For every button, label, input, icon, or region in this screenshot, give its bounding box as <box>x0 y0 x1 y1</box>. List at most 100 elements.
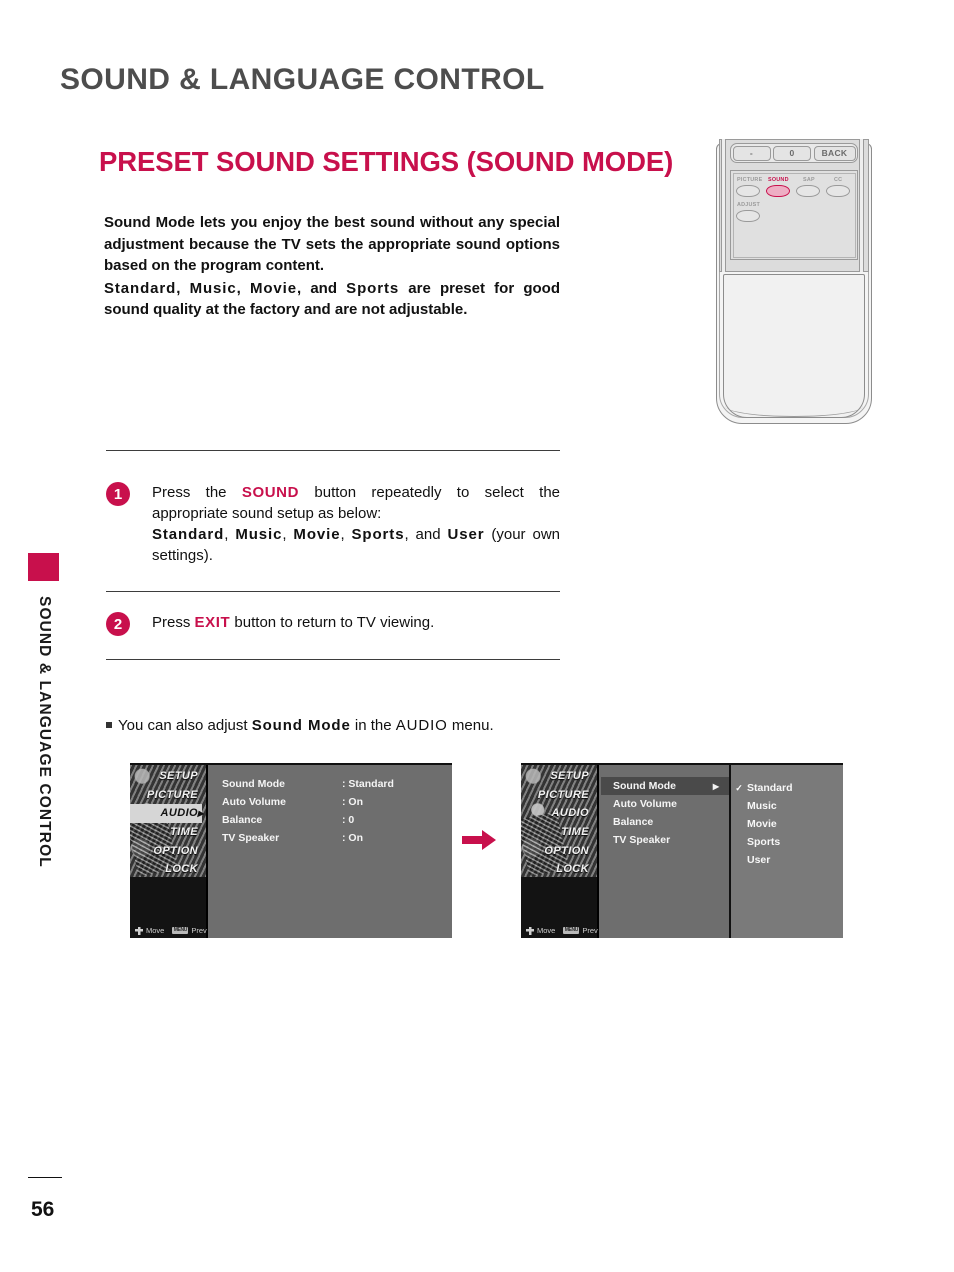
remote-key-back[interactable]: BACK <box>813 145 856 161</box>
osd-submenu-item-movie[interactable]: Movie <box>731 815 843 833</box>
step-1-sep-4: , and <box>404 526 448 543</box>
osd-left-nav-audio[interactable]: AUDIO ▶ <box>130 804 204 823</box>
osd-submenu-item-standard[interactable]: ✓ Standard <box>731 779 843 797</box>
section-title: PRESET SOUND SETTINGS (SOUND MODE) <box>99 146 674 177</box>
step-2-badge: 2 <box>106 612 130 636</box>
osd-left-hint-prev: MENU Prev <box>172 926 207 935</box>
step-2-body: Press EXIT button to return to TV viewin… <box>152 612 560 633</box>
step-1-keyword-music: Music <box>235 526 283 543</box>
osd-left-row-sound-mode[interactable]: Sound Mode : Standard <box>210 775 452 793</box>
step-1-keyword-sports: Sports <box>351 526 405 543</box>
osd-right-nav: SETUP PICTURE AUDIO TIME OPTION LOCK Mov… <box>521 765 599 938</box>
note-mid: in the <box>350 717 396 734</box>
intro-text: Sound Mode lets you enjoy the best sound… <box>104 212 560 321</box>
step-1-badge: 1 <box>106 482 130 506</box>
osd-left-nav-audio-label: AUDIO <box>160 807 198 820</box>
remote-label-picture: PICTURE <box>737 177 763 183</box>
remote-button-cc[interactable] <box>826 185 850 197</box>
intro-sep-2: , <box>236 279 250 297</box>
osd-right-row-balance[interactable]: Balance <box>601 813 729 831</box>
osd-submenu-item-standard-label: Standard <box>747 782 793 794</box>
step-2-line-1: Press EXIT button to return to TV viewin… <box>152 612 560 633</box>
sidebar-accent-tab <box>28 553 59 581</box>
osd-left-menu-list: Sound Mode : Standard Auto Volume : On B… <box>210 765 452 938</box>
step-1-keyword-standard: Standard <box>152 526 225 543</box>
sidebar-running-head-label: SOUND & LANGUAGE CONTROL <box>36 596 53 868</box>
osd-right-row-arrow-icon: ▶ <box>712 781 719 791</box>
osd-submenu-item-sports-label: Sports <box>747 836 781 848</box>
osd-right-row-sound-mode[interactable]: Sound Mode ▶ <box>601 777 729 795</box>
osd-right-submenu: ✓ Standard Music Movie Sports User <box>731 765 843 938</box>
osd-left-row-balance[interactable]: Balance : 0 <box>210 811 452 829</box>
chapter-title: SOUND & LANGUAGE CONTROL <box>60 63 545 96</box>
remote-bottom-curve <box>725 395 863 417</box>
osd-right-menu-list: Sound Mode ▶ Auto Volume Balance TV Spea… <box>601 765 731 938</box>
osd-left-row-auto-volume[interactable]: Auto Volume : On <box>210 793 452 811</box>
step-1-line-2: Standard, Music, Movie, Sports, and User… <box>152 524 560 566</box>
osd-right-nav-picture[interactable]: PICTURE <box>521 786 593 805</box>
step-1-sep-2: , <box>282 526 294 543</box>
osd-right-hint-move-label: Move <box>537 926 556 935</box>
osd-right-row-tv-speaker[interactable]: TV Speaker <box>601 831 729 849</box>
osd-right-hint-prev-label: Prev <box>582 926 598 935</box>
step-1-keyword-user: User <box>447 526 485 543</box>
osd-left-nav-lock[interactable]: LOCK <box>130 860 202 879</box>
remote-key-dash[interactable]: - <box>732 145 771 161</box>
step-2-pre: Press <box>152 614 195 631</box>
osd-right-nav-lock[interactable]: LOCK <box>521 860 593 879</box>
step-1-body: Press the SOUND button repeatedly to sel… <box>152 482 560 566</box>
osd-left-hint-prev-label: Prev <box>191 926 207 935</box>
osd-left-row-balance-label: Balance <box>222 814 263 826</box>
osd-left-nav-setup[interactable]: SETUP <box>130 767 202 786</box>
step-1-sep-1: , <box>224 526 236 543</box>
remote-button-sound[interactable] <box>766 185 790 197</box>
osd-left-row-tv-speaker-value: : On <box>342 832 363 844</box>
osd-left-nav-picture[interactable]: PICTURE <box>130 786 202 805</box>
remote-button-sap[interactable] <box>796 185 820 197</box>
osd-left-nav-caret-icon: ▶ <box>197 808 204 818</box>
step-2: 2 Press EXIT button to return to TV view… <box>106 612 560 636</box>
step-1-pre: Press the <box>152 484 242 501</box>
osd-screenshot-sound-mode-submenu: SETUP PICTURE AUDIO TIME OPTION LOCK Mov… <box>521 763 843 938</box>
osd-right-row-auto-volume[interactable]: Auto Volume <box>601 795 729 813</box>
osd-left-row-tv-speaker[interactable]: TV Speaker : On <box>210 829 452 847</box>
intro-sep-1: , <box>176 279 190 297</box>
osd-left-hint-bar: Move MENU Prev <box>135 926 207 935</box>
dpad-icon <box>526 926 534 935</box>
osd-right-hint-bar: Move MENU Prev <box>526 926 598 935</box>
osd-right-nav-option[interactable]: OPTION <box>521 841 593 860</box>
osd-right-row-auto-volume-label: Auto Volume <box>613 798 677 810</box>
divider-middle <box>106 591 560 592</box>
osd-left-row-sound-mode-label: Sound Mode <box>222 778 285 790</box>
remote-button-adjust[interactable] <box>736 210 760 222</box>
osd-submenu-item-user[interactable]: User <box>731 851 843 869</box>
note-keyword-audio: AUDIO <box>395 717 448 734</box>
osd-right-nav-audio[interactable]: AUDIO <box>521 804 593 823</box>
intro-keyword-sports: Sports <box>346 279 400 297</box>
remote-button-picture[interactable] <box>736 185 760 197</box>
osd-left-nav-time[interactable]: TIME <box>130 823 202 842</box>
osd-left-row-auto-volume-value: : On <box>342 796 363 808</box>
osd-submenu-item-music[interactable]: Music <box>731 797 843 815</box>
remote-left-rail <box>721 139 726 272</box>
remote-label-sap: SAP <box>803 177 815 183</box>
note-line: You can also adjust Sound Mode in the AU… <box>106 717 606 734</box>
osd-left-row-tv-speaker-label: TV Speaker <box>222 832 280 844</box>
check-icon: ✓ <box>735 782 743 793</box>
dpad-icon <box>135 926 143 935</box>
osd-left-hint-move: Move <box>135 926 164 935</box>
remote-label-sound: SOUND <box>768 177 789 183</box>
osd-left-nav-option[interactable]: OPTION <box>130 841 202 860</box>
osd-right-hint-prev: MENU Prev <box>563 926 598 935</box>
intro-paragraph-2: Standard, Music, Movie, and Sports are p… <box>104 278 560 321</box>
osd-right-nav-time[interactable]: TIME <box>521 823 593 842</box>
step-2-accent-exit: EXIT <box>194 614 231 631</box>
intro-sep-3: , and <box>296 279 347 297</box>
remote-key-zero[interactable]: 0 <box>773 145 811 161</box>
osd-right-nav-setup[interactable]: SETUP <box>521 767 593 786</box>
osd-left-row-auto-volume-label: Auto Volume <box>222 796 286 808</box>
page-number: 56 <box>31 1198 55 1221</box>
osd-submenu-item-movie-label: Movie <box>747 818 777 830</box>
remote-function-panel: PICTURE SOUND SAP CC ADJUST <box>730 170 858 260</box>
osd-submenu-item-sports[interactable]: Sports <box>731 833 843 851</box>
